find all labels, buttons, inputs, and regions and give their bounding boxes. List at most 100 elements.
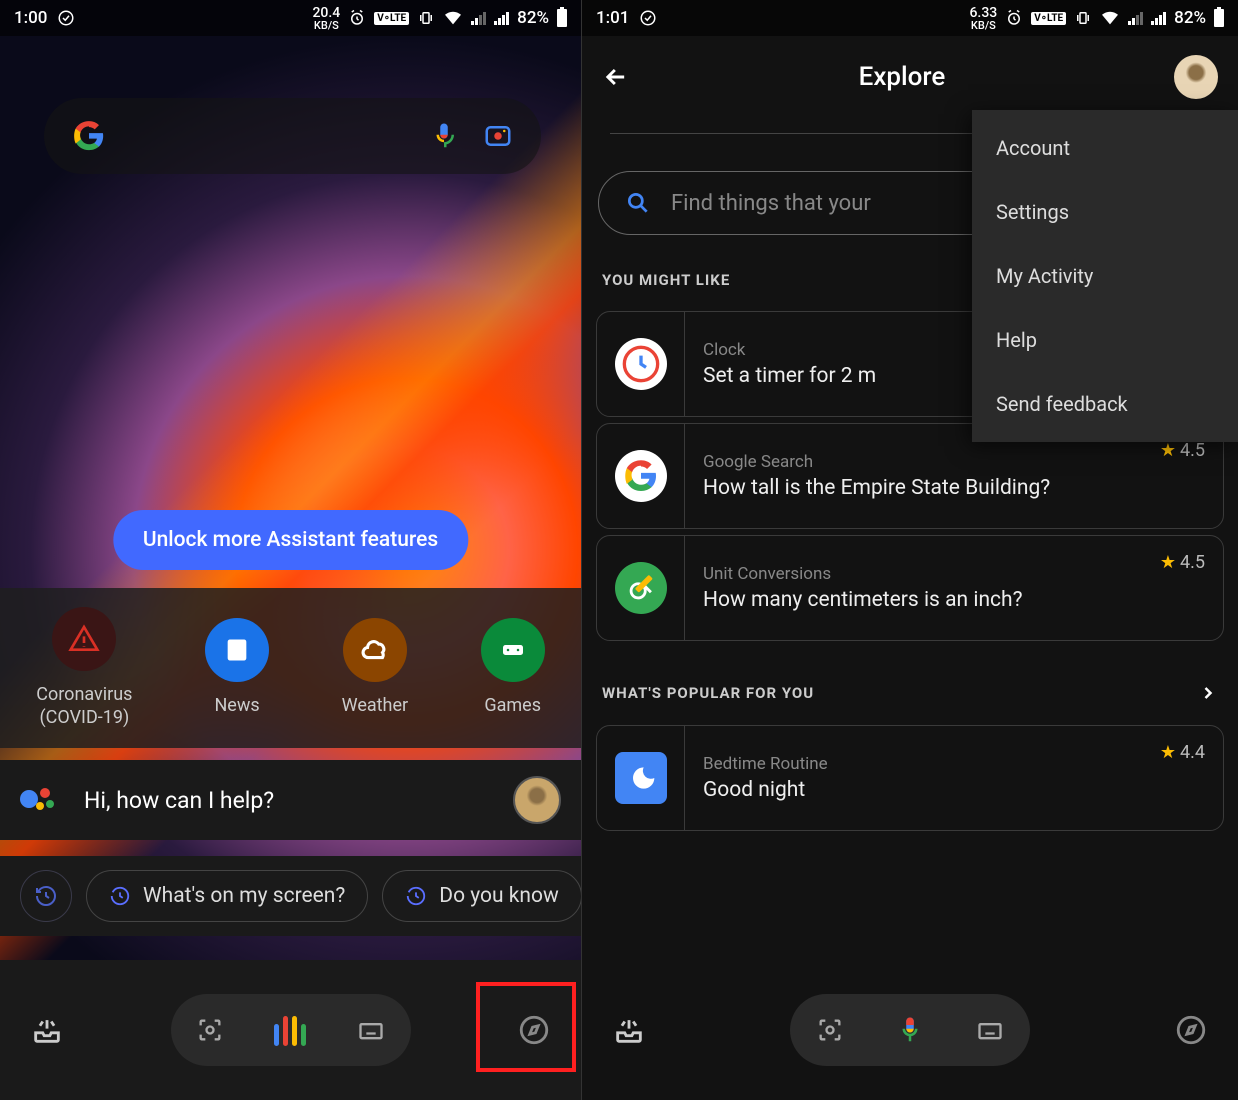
card-category: Unit Conversions [703, 564, 1142, 584]
status-time: 1:01 [596, 8, 629, 28]
mic-color-icon[interactable] [895, 1015, 925, 1045]
chip-label: Do you know [439, 884, 559, 908]
card-text: How tall is the Empire State Building? [703, 476, 1142, 500]
network-speed: 6.33 KB/S [969, 6, 997, 31]
section-popular[interactable]: WHAT'S POPULAR FOR YOU [582, 647, 1238, 719]
context-menu: Account Settings My Activity Help Send f… [972, 110, 1238, 442]
menu-item-settings[interactable]: Settings [972, 180, 1238, 244]
battery-icon [557, 9, 567, 27]
category-label: Coronavirus (COVID-19) [36, 683, 132, 730]
category-panel: Coronavirus (COVID-19) News Weather Game… [0, 588, 581, 748]
signal-icon-1 [471, 11, 486, 25]
phone-screen-right: 1:01 6.33 KB/S V∘LTE 82% Explore About t… [582, 0, 1238, 1100]
category-weather[interactable]: Weather [342, 618, 408, 717]
category-label: Games [484, 694, 541, 717]
menu-item-help[interactable]: Help [972, 308, 1238, 372]
star-icon: ★ [1160, 742, 1176, 763]
google-g-icon [72, 119, 106, 153]
card-unit-conversions[interactable]: Unit Conversions How many centimeters is… [596, 535, 1224, 641]
vibrate-icon [417, 9, 435, 27]
mic-icon[interactable] [429, 121, 459, 151]
search-icon [625, 190, 651, 216]
user-avatar[interactable] [513, 776, 561, 824]
alarm-icon [348, 9, 366, 27]
voice-input-icon[interactable] [274, 1014, 306, 1046]
unlock-features-button[interactable]: Unlock more Assistant features [113, 510, 468, 570]
alert-icon [52, 607, 116, 671]
category-label: News [214, 694, 259, 717]
history-icon [109, 885, 131, 907]
signal-icon-1 [1128, 11, 1143, 25]
assistant-greeting-text: Hi, how can I help? [84, 787, 489, 814]
input-mode-pill [790, 994, 1030, 1066]
signal-icon-2 [1151, 11, 1166, 25]
google-icon [615, 450, 667, 502]
category-news[interactable]: News [205, 618, 269, 717]
wifi-icon [443, 10, 463, 26]
menu-item-account[interactable]: Account [972, 116, 1238, 180]
keyboard-icon[interactable] [976, 1016, 1004, 1044]
chip-label: What's on my screen? [143, 884, 345, 908]
alarm-icon [1005, 9, 1023, 27]
lens-small-icon[interactable] [196, 1016, 224, 1044]
status-time: 1:00 [14, 8, 47, 28]
lens-small-icon[interactable] [816, 1016, 844, 1044]
bottom-bar [582, 960, 1238, 1100]
wifi-icon [1100, 10, 1120, 26]
chevron-right-icon [1198, 683, 1218, 703]
card-rating: ★4.5 [1160, 440, 1223, 461]
gamepad-icon [481, 618, 545, 682]
chip-whats-on-screen[interactable]: What's on my screen? [86, 870, 368, 922]
highlight-marker-compass [476, 982, 576, 1072]
assistant-logo-icon [20, 780, 60, 820]
cloud-icon [343, 618, 407, 682]
volte-badge: V∘LTE [1031, 12, 1066, 25]
user-avatar[interactable] [1174, 55, 1218, 99]
search-placeholder: Find things that your [671, 191, 871, 216]
menu-item-send-feedback[interactable]: Send feedback [972, 372, 1238, 436]
news-icon [205, 618, 269, 682]
chip-do-you-know[interactable]: Do you know [382, 870, 581, 922]
category-games[interactable]: Games [481, 618, 545, 717]
page-title: Explore [650, 62, 1154, 92]
tray-icon[interactable] [30, 1013, 64, 1047]
back-arrow-icon[interactable] [602, 63, 630, 91]
history-icon [34, 884, 58, 908]
history-icon [405, 885, 427, 907]
card-text: How many centimeters is an inch? [703, 588, 1142, 612]
compass-icon[interactable] [1174, 1013, 1208, 1047]
phone-screen-left: 1:00 20.4 KB/S V∘LTE 82% [0, 0, 582, 1100]
moon-icon [615, 752, 667, 804]
assistant-greeting-row: Hi, how can I help? [0, 760, 581, 840]
keyboard-icon[interactable] [357, 1016, 385, 1044]
card-rating: ★4.4 [1160, 742, 1223, 763]
suggestion-chips-row: What's on my screen? Do you know [0, 856, 581, 936]
category-coronavirus[interactable]: Coronavirus (COVID-19) [36, 607, 132, 730]
network-speed: 20.4 KB/S [312, 6, 340, 31]
status-bar: 1:01 6.33 KB/S V∘LTE 82% [582, 0, 1238, 36]
ruler-icon [615, 562, 667, 614]
card-bedtime[interactable]: Bedtime Routine Good night ★4.4 [596, 725, 1224, 831]
star-icon: ★ [1160, 440, 1176, 461]
battery-pct: 82% [1174, 8, 1206, 28]
star-icon: ★ [1160, 552, 1176, 573]
menu-item-my-activity[interactable]: My Activity [972, 244, 1238, 308]
battery-icon [1214, 9, 1224, 27]
card-text: Good night [703, 778, 1142, 802]
status-bar: 1:00 20.4 KB/S V∘LTE 82% [0, 0, 581, 36]
lens-icon[interactable] [483, 121, 513, 151]
card-category: Google Search [703, 452, 1142, 472]
google-search-bar[interactable] [44, 98, 541, 174]
card-category: Bedtime Routine [703, 754, 1142, 774]
vibrate-icon [1074, 9, 1092, 27]
card-rating: ★4.5 [1160, 552, 1223, 573]
explore-header: Explore [582, 42, 1238, 112]
check-circle-icon [639, 9, 657, 27]
clock-icon [615, 338, 667, 390]
battery-pct: 82% [517, 8, 549, 28]
signal-icon-2 [494, 11, 509, 25]
tray-icon[interactable] [612, 1013, 646, 1047]
history-button[interactable] [20, 870, 72, 922]
input-mode-pill [171, 994, 411, 1066]
category-label: Weather [342, 694, 408, 717]
